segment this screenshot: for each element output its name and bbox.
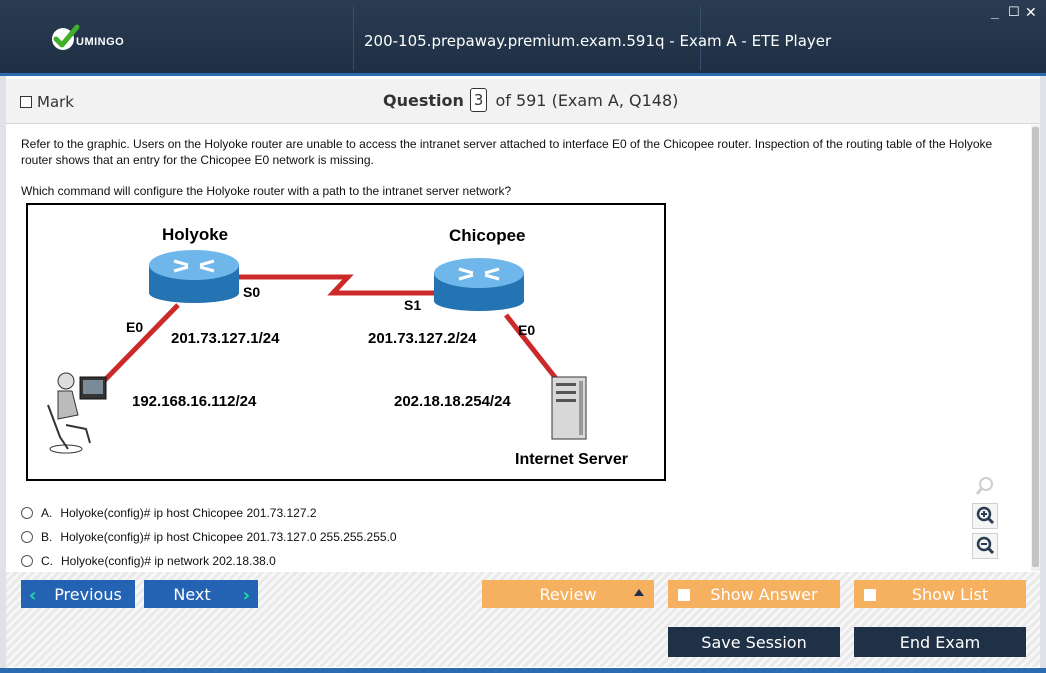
question-content: Refer to the graphic. Users on the Holyo… — [6, 125, 1040, 571]
answer-text: Holyoke(config)# ip network 202.18.38.0 — [61, 554, 276, 568]
vertical-scrollbar[interactable] — [1031, 125, 1040, 571]
radio-c[interactable] — [21, 555, 33, 567]
triangle-up-icon — [634, 589, 644, 596]
answer-option-a[interactable]: A. Holyoke(config)# ip host Chicopee 201… — [21, 501, 397, 525]
minimize-button[interactable]: _ — [991, 4, 999, 20]
checkbox-icon[interactable] — [678, 589, 690, 601]
logo-text: UMINGO — [76, 36, 125, 48]
checkbox-box[interactable] — [20, 96, 32, 108]
network-diagram: Holyoke Chicopee S0 S1 E0 E0 201.73.127.… — [26, 203, 666, 481]
scrollbar-thumb[interactable] — [1032, 127, 1039, 567]
title-bar: UMINGO 200-105.prepaway.premium.exam.591… — [0, 0, 1046, 76]
next-label: Next — [173, 584, 211, 604]
router-chicopee-icon — [434, 258, 524, 311]
answer-list: A. Holyoke(config)# ip host Chicopee 201… — [21, 501, 397, 573]
window-border-right — [1040, 76, 1046, 668]
holyoke-s0-label: S0 — [243, 284, 260, 300]
magnifier-icon[interactable] — [972, 473, 998, 499]
network-diagram-svg: Holyoke Chicopee S0 S1 E0 E0 201.73.127.… — [47, 225, 628, 468]
zoom-out-icon[interactable] — [972, 533, 998, 559]
ethernet-link-holyoke — [98, 303, 180, 387]
host-ip: 192.168.16.112/24 — [132, 393, 257, 410]
holyoke-serial-ip: 201.73.127.1/24 — [171, 330, 280, 347]
question-prompt: Which command will configure the Holyoke… — [21, 184, 512, 198]
question-label: Question — [383, 90, 464, 110]
show-list-button[interactable]: Show List — [854, 580, 1026, 608]
footer-bar: ‹ Previous Next › Review Show Answer Sho… — [6, 572, 1040, 667]
previous-button[interactable]: ‹ Previous — [21, 580, 135, 608]
answer-option-c[interactable]: C. Holyoke(config)# ip network 202.18.38… — [21, 549, 397, 573]
question-counter: Question 3 of 591 (Exam A, Q148) — [383, 88, 678, 112]
title-separator — [353, 6, 354, 70]
end-exam-label: End Exam — [899, 632, 981, 652]
radio-a[interactable] — [21, 507, 33, 519]
review-button[interactable]: Review — [482, 580, 654, 608]
router-chicopee-label: Chicopee — [449, 226, 526, 245]
answer-text: Holyoke(config)# ip host Chicopee 201.73… — [60, 530, 397, 544]
chevron-right-icon: › — [242, 585, 250, 606]
close-button[interactable]: ✕ — [1025, 4, 1037, 20]
question-header: Mark Question 3 of 591 (Exam A, Q148) — [6, 79, 1040, 124]
server-label: Internet Server — [515, 451, 628, 468]
user-workstation-icon — [47, 372, 107, 454]
chicopee-serial-ip: 201.73.127.2/24 — [368, 330, 477, 347]
server-network-ip: 202.18.18.254/24 — [394, 393, 511, 410]
radio-b[interactable] — [21, 531, 33, 543]
review-label: Review — [539, 584, 597, 604]
answer-text: Holyoke(config)# ip host Chicopee 201.73… — [60, 506, 317, 520]
chevron-left-icon: ‹ — [29, 585, 37, 606]
holyoke-e0-label: E0 — [126, 319, 143, 335]
show-answer-button[interactable]: Show Answer — [668, 580, 840, 608]
zoom-in-icon[interactable] — [972, 503, 998, 529]
router-holyoke-label: Holyoke — [162, 225, 228, 244]
answer-letter: A. — [41, 506, 53, 520]
app-logo: UMINGO — [50, 24, 124, 52]
answer-letter: B. — [41, 530, 53, 544]
question-of-label: of 591 (Exam A, Q148) — [495, 90, 679, 110]
show-list-label: Show List — [911, 584, 989, 604]
mark-checkbox[interactable]: Mark — [20, 93, 74, 111]
checkbox-icon[interactable] — [864, 589, 876, 601]
router-holyoke-icon — [149, 250, 239, 303]
save-session-label: Save Session — [701, 632, 807, 652]
window-title: 200-105.prepaway.premium.exam.591q - Exa… — [364, 32, 832, 50]
server-icon — [551, 376, 587, 440]
previous-label: Previous — [54, 584, 122, 604]
question-number-input[interactable]: 3 — [469, 88, 488, 112]
chicopee-e0-label: E0 — [518, 322, 535, 338]
show-answer-label: Show Answer — [710, 584, 818, 604]
next-button[interactable]: Next › — [144, 580, 258, 608]
save-session-button[interactable]: Save Session — [668, 627, 840, 657]
serial-link — [238, 274, 438, 296]
mark-label: Mark — [37, 93, 74, 111]
answer-letter: C. — [41, 554, 53, 568]
chicopee-s1-label: S1 — [404, 297, 421, 313]
maximize-button[interactable]: ☐ — [1008, 4, 1020, 20]
answer-option-b[interactable]: B. Holyoke(config)# ip host Chicopee 201… — [21, 525, 397, 549]
window-border-bottom — [0, 668, 1046, 673]
question-text: Refer to the graphic. Users on the Holyo… — [21, 137, 993, 167]
end-exam-button[interactable]: End Exam — [854, 627, 1026, 657]
